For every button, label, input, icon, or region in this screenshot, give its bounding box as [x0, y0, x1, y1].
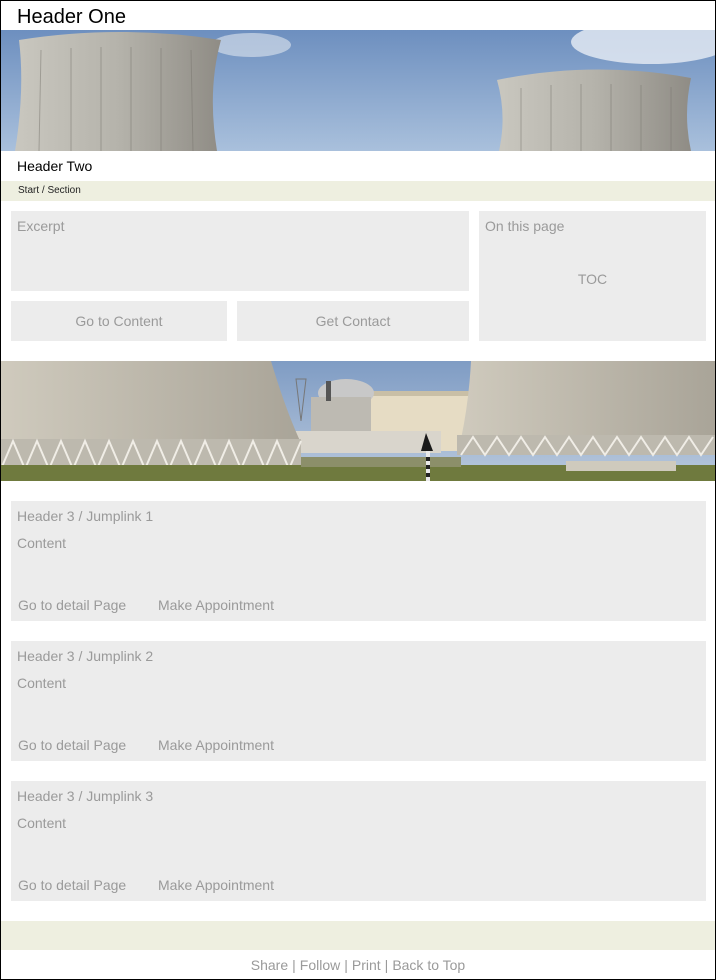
print-link[interactable]: Print: [352, 957, 381, 973]
section-heading: Header 3 / Jumplink 2: [17, 648, 154, 664]
follow-link[interactable]: Follow: [300, 957, 340, 973]
excerpt-box: Excerpt: [11, 211, 469, 291]
make-appointment-link[interactable]: Make Appointment: [158, 877, 274, 893]
detail-page-link[interactable]: Go to detail Page: [18, 877, 126, 893]
toc-box: On this page TOC: [479, 211, 706, 341]
jumplink-section-3: Header 3 / Jumplink 3 Content Go to deta…: [11, 781, 706, 901]
breadcrumb-text[interactable]: Start / Section: [18, 185, 81, 196]
back-to-top-link[interactable]: Back to Top: [392, 957, 465, 973]
detail-page-link[interactable]: Go to detail Page: [18, 737, 126, 753]
detail-page-link[interactable]: Go to detail Page: [18, 597, 126, 613]
header-two: Header Two: [17, 158, 93, 174]
footer-separator: |: [344, 957, 348, 973]
excerpt-label: Excerpt: [17, 218, 65, 234]
footer-links: Share | Follow | Print | Back to Top: [1, 957, 715, 973]
section-heading: Header 3 / Jumplink 1: [17, 508, 154, 524]
make-appointment-link[interactable]: Make Appointment: [158, 597, 274, 613]
breadcrumb: Start / Section: [1, 181, 715, 201]
header-one: Header One: [17, 6, 126, 28]
footer-separator: |: [292, 957, 296, 973]
make-appointment-link[interactable]: Make Appointment: [158, 737, 274, 753]
footer-separator: |: [384, 957, 389, 973]
jumplink-section-2: Header 3 / Jumplink 2 Content Go to deta…: [11, 641, 706, 761]
get-contact-button[interactable]: Get Contact: [237, 301, 469, 341]
go-to-content-button[interactable]: Go to Content: [11, 301, 227, 341]
section-content: Content: [17, 815, 67, 831]
footer-band: [1, 921, 715, 950]
toc-heading: On this page: [485, 218, 565, 234]
jumplink-section-1: Header 3 / Jumplink 1 Content Go to deta…: [11, 501, 706, 621]
hero-image-power-plant: [1, 361, 715, 481]
toc-label[interactable]: TOC: [479, 271, 706, 287]
section-content: Content: [17, 535, 67, 551]
page: Header One Header Two Start / Section Ex…: [0, 0, 716, 980]
section-content: Content: [17, 675, 67, 691]
hero-image-cooling-towers: [1, 30, 715, 151]
share-link[interactable]: Share: [251, 957, 288, 973]
section-heading: Header 3 / Jumplink 3: [17, 788, 154, 804]
